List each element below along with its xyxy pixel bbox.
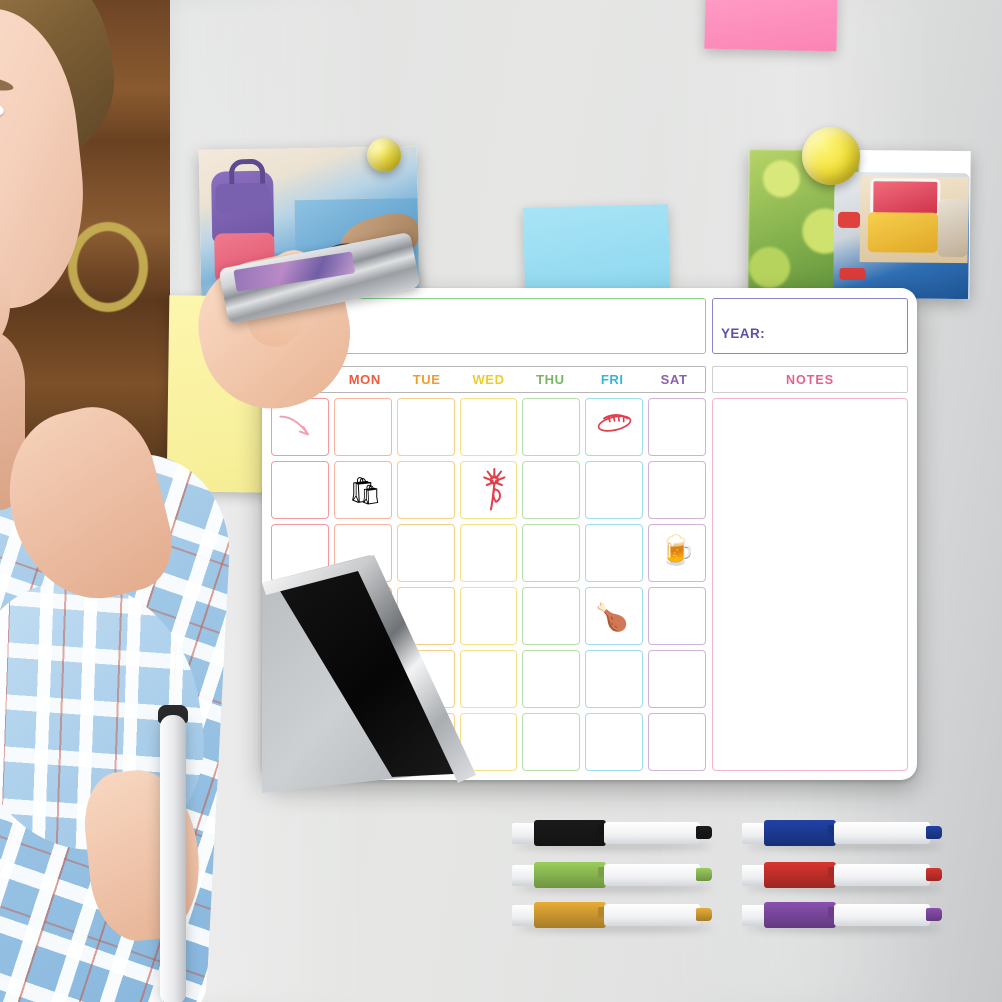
weekday-header-sat: SAT: [660, 372, 688, 387]
photo-duffel-bag: [937, 198, 969, 258]
photo-car-luggage: [747, 148, 971, 300]
magnet-yellow-large: [802, 127, 860, 185]
calendar-cell-r6-c2[interactable]: [333, 713, 392, 771]
marker-cap: [764, 862, 836, 888]
calendar-cell-r3-c1[interactable]: [271, 524, 329, 582]
board-body: 🛍 🍺 🍗: [271, 398, 908, 771]
marker-barrel: [834, 904, 930, 926]
marker-yellow[interactable]: [512, 902, 716, 932]
marker-green[interactable]: [512, 862, 716, 892]
marker-cap: [764, 820, 836, 846]
sticky-note-pink: [704, 0, 838, 52]
notes-header: NOTES: [712, 366, 908, 393]
calendar-cell-r4-c2[interactable]: [333, 587, 392, 645]
year-box[interactable]: YEAR:: [712, 298, 908, 354]
notes-area[interactable]: [712, 398, 908, 771]
calendar-cell-r2-c1[interactable]: [271, 461, 329, 519]
calendar-cell-r5-c3[interactable]: [396, 650, 455, 708]
marker-cap: [534, 902, 606, 928]
calendar-cell-r2-c3[interactable]: [396, 461, 455, 519]
calendar-cell-r5-c6[interactable]: [585, 650, 644, 708]
calendar-cell-r2-c4[interactable]: [459, 461, 518, 519]
marker-tip: [696, 868, 712, 881]
weekday-header-row: SUN MON TUE WED THU FRI SAT NOTES: [271, 366, 908, 393]
marker-cap: [534, 820, 606, 846]
calendar-cell-r6-c7[interactable]: [648, 713, 706, 771]
calendar-cell-r3-c7[interactable]: 🍺: [648, 524, 706, 582]
marker-barrel: [604, 904, 700, 926]
calendar-cell-r3-c6[interactable]: [585, 524, 644, 582]
marker-barrel: [834, 822, 930, 844]
calendar-cell-r5-c5[interactable]: [522, 650, 581, 708]
marker-black[interactable]: [512, 820, 716, 850]
flower-doodle: [483, 468, 506, 511]
sticky-note-blue: [522, 204, 671, 292]
curved-arrow-doodle: [278, 415, 309, 436]
calendar-cell-r4-c4[interactable]: [459, 587, 518, 645]
shopping-bag-sticker: 🛍: [348, 475, 383, 506]
marker-red[interactable]: [742, 862, 946, 892]
calendar-cell-r4-c6[interactable]: 🍗: [585, 587, 644, 645]
marker-tip: [926, 868, 942, 881]
calendar-cell-r1-c4[interactable]: [459, 398, 518, 456]
fridge-door-handle[interactable]: [160, 715, 186, 1002]
weekday-header-mon: MON: [348, 372, 381, 387]
sushi-doodle: [597, 413, 632, 432]
calendar-cell-r6-c3[interactable]: [396, 713, 455, 771]
calendar-cell-r4-c5[interactable]: [522, 587, 581, 645]
marker-barrel: [834, 864, 930, 886]
photo-tail-light-lower: [839, 267, 866, 281]
marker-cap: [764, 902, 836, 928]
weekday-header-wed: WED: [472, 372, 505, 387]
calendar-cell-r6-c4[interactable]: [459, 713, 518, 771]
marker-barrel: [604, 864, 700, 886]
calendar-cell-r4-c7[interactable]: [648, 587, 706, 645]
photo-suitcase-yellow: [867, 212, 939, 253]
calendar-cell-r4-c3[interactable]: [396, 587, 455, 645]
calendar-cell-r2-c2[interactable]: 🛍: [333, 461, 392, 519]
calendar-cell-r3-c5[interactable]: [522, 524, 581, 582]
board-header-row: YEAR:: [271, 298, 908, 354]
marker-blue[interactable]: [742, 820, 946, 850]
magnetic-calendar-board[interactable]: YEAR: SUN MON TUE WED THU FRI SAT NOTES …: [262, 288, 917, 780]
year-label: YEAR:: [721, 325, 766, 341]
calendar-cell-r6-c1[interactable]: [271, 713, 329, 771]
woman-holding-phone: [0, 0, 290, 1002]
marker-cap: [534, 862, 606, 888]
calendar-cell-r5-c1[interactable]: [271, 650, 329, 708]
weekday-header-tue: TUE: [412, 372, 441, 387]
photo-suitcase-red: [870, 178, 941, 217]
marker-purple[interactable]: [742, 902, 946, 932]
calendar-cell-r3-c2[interactable]: [333, 524, 392, 582]
marker-tip: [926, 908, 942, 921]
calendar-cell-r1-c6[interactable]: [585, 398, 644, 456]
photo-tail-light: [837, 211, 861, 229]
scene: YEAR: SUN MON TUE WED THU FRI SAT NOTES …: [0, 0, 1002, 1002]
calendar-cell-r5-c4[interactable]: [459, 650, 518, 708]
calendar-cell-r5-c2[interactable]: [333, 650, 392, 708]
calendar-cell-r1-c2[interactable]: [333, 398, 392, 456]
calendar-cell-r2-c7[interactable]: [648, 461, 706, 519]
weekday-header-thu: THU: [536, 372, 565, 387]
marker-tip: [696, 826, 712, 839]
chicken-leg-sticker: 🍗: [595, 601, 629, 632]
calendar-grid[interactable]: 🛍 🍺 🍗: [271, 398, 706, 771]
beer-mug-sticker: 🍺: [659, 535, 696, 568]
calendar-cell-r6-c6[interactable]: [585, 713, 644, 771]
calendar-cell-r1-c3[interactable]: [396, 398, 455, 456]
marker-tip: [926, 826, 942, 839]
calendar-cell-r4-c1[interactable]: [271, 587, 329, 645]
calendar-cell-r3-c4[interactable]: [459, 524, 518, 582]
marker-barrel: [604, 822, 700, 844]
calendar-cell-r5-c7[interactable]: [648, 650, 706, 708]
calendar-cell-r6-c5[interactable]: [522, 713, 581, 771]
marker-tip: [696, 908, 712, 921]
calendar-cell-r1-c7[interactable]: [648, 398, 706, 456]
calendar-cell-r2-c5[interactable]: [522, 461, 581, 519]
magnet-yellow-small: [367, 138, 401, 172]
calendar-cell-r1-c5[interactable]: [522, 398, 581, 456]
calendar-cell-r3-c3[interactable]: [396, 524, 455, 582]
weekday-header-fri: FRI: [600, 372, 624, 387]
calendar-cell-r2-c6[interactable]: [585, 461, 644, 519]
